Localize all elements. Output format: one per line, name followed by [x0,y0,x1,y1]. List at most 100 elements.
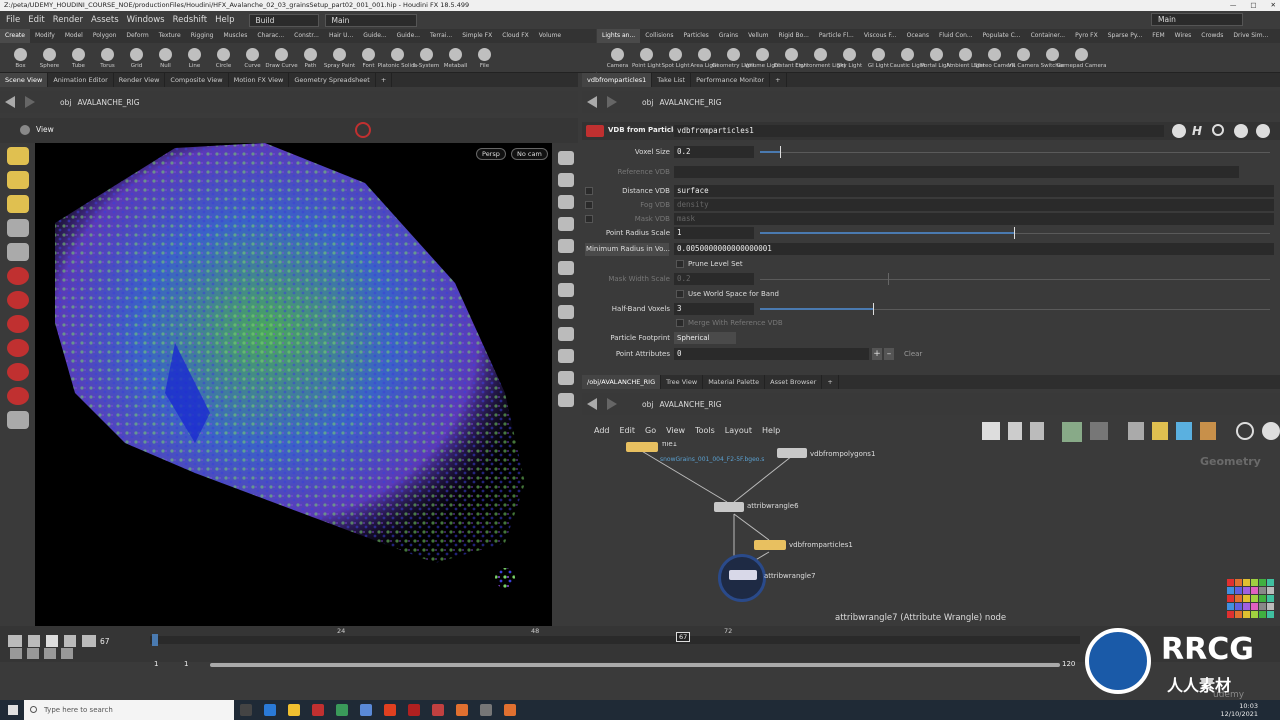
stop-icon[interactable] [46,635,58,647]
shelf-tool-file[interactable]: File [470,47,499,69]
back-arrow-icon[interactable] [587,398,597,410]
subnet-icon[interactable] [1200,422,1216,440]
houdini-icon[interactable] [456,704,468,716]
select-tool-icon[interactable] [6,147,29,165]
shelf-tab-lights-an[interactable]: Lights an... [597,29,641,43]
shelf-tab-create[interactable]: Create [0,29,30,43]
prune-checkbox[interactable] [676,260,684,268]
min-radius-field[interactable]: 0.0050000000000000001 [674,243,1274,255]
explorer-icon[interactable] [288,704,300,716]
shelf-tab-container[interactable]: Container... [1026,29,1071,43]
color-swatch[interactable] [1267,611,1274,618]
shelf-tab-constr[interactable]: Constr... [289,29,324,43]
shelf-tool-grid[interactable]: Grid [122,47,151,69]
node-attribwrangle6[interactable] [714,502,744,512]
range-slider[interactable] [210,663,1060,667]
path-obj[interactable]: obj [60,98,71,107]
shelf-tool-sphere[interactable]: Sphere [35,47,64,69]
net-menu-tools[interactable]: Tools [695,426,715,435]
camera-button[interactable]: No cam [511,148,548,160]
menu-help[interactable]: Help [215,15,234,25]
half-band-field[interactable]: 3 [674,303,754,315]
shelf-tab-guide[interactable]: Guide... [392,29,425,43]
list-view-icon[interactable] [1090,422,1108,440]
shelf-tab-vellum[interactable]: Vellum [743,29,773,43]
shelf-tab-collisions[interactable]: Collisions [640,29,678,43]
edge-icon[interactable] [264,704,276,716]
point-snap-icon[interactable] [6,339,29,357]
shelf-tab-sparse-py[interactable]: Sparse Py... [1103,29,1148,43]
color-swatch[interactable] [1227,611,1234,618]
current-frame-field[interactable]: 67 [100,637,110,646]
shelf-tool-volume-light[interactable]: Volume Light [745,47,780,69]
shelf-tool-spot-light[interactable]: Spot Light [661,47,690,69]
desktop-dropdown-left[interactable]: Main [324,13,417,27]
color-swatch[interactable] [1235,587,1242,594]
opera-icon[interactable] [384,704,396,716]
eye-icon[interactable] [1262,422,1280,440]
pose-tool-icon[interactable] [6,219,29,237]
color-swatch[interactable] [1251,587,1258,594]
desktop-dropdown-right[interactable]: Main [1151,13,1243,26]
prim-snap-icon[interactable] [6,387,29,405]
color-swatch[interactable] [1259,587,1266,594]
task-view-icon[interactable] [240,704,252,716]
node-vdbfrompolygons1[interactable] [777,448,807,458]
frame-marker[interactable]: 67 [676,632,691,642]
color-swatch[interactable] [1243,603,1250,610]
menu-assets[interactable]: Assets [91,15,119,25]
color-swatch[interactable] [1259,611,1266,618]
shelf-tool-sky-light[interactable]: Sky Light [835,47,864,69]
color-swatch[interactable] [1227,579,1234,586]
shelf-tool-platonic-solids[interactable]: Platonic Solids [378,47,417,69]
app-icon-5[interactable] [432,704,444,716]
shelf-tab-volume[interactable]: Volume [534,29,566,43]
network-editor[interactable]: file1 snowGrains_001_004_F2-5F.bgeo.s vd… [582,442,1280,625]
node-vdbfromparticles1[interactable] [754,540,786,550]
tab-material-palette[interactable]: Material Palette [703,375,766,389]
shelf-tab-texture[interactable]: Texture [154,29,186,43]
menu-edit[interactable]: Edit [28,15,44,25]
color-swatch[interactable] [1267,579,1274,586]
forward-arrow-icon[interactable] [607,398,617,410]
record-icon[interactable] [355,122,371,138]
tab-motion-fx-view[interactable]: Motion FX View [229,73,290,87]
color-swatch[interactable] [1243,587,1250,594]
shelf-tool-torus[interactable]: Torus [93,47,122,69]
color-swatch[interactable] [1267,603,1274,610]
shelf-tab-modify[interactable]: Modify [30,29,60,43]
shelf-tab-rigid-bo[interactable]: Rigid Bo... [773,29,813,43]
tab-render-view[interactable]: Render View [114,73,166,87]
voxel-size-knob[interactable] [780,146,781,158]
menu-windows[interactable]: Windows [127,15,165,25]
point-attrs-field[interactable]: 0 [674,348,869,360]
shelf-tool-stereo-camera[interactable]: Stereo Camera [974,47,1015,69]
forward-arrow-icon[interactable] [607,96,617,108]
tab-animation-editor[interactable]: Animation Editor [48,73,114,87]
color-swatch[interactable] [1227,587,1234,594]
tab-scene-view[interactable]: Scene View [0,73,49,87]
layout-icon[interactable] [1008,422,1022,440]
tab-composite-view[interactable]: Composite View [165,73,229,87]
shelf-tab-charac[interactable]: Charac... [252,29,289,43]
path-obj[interactable]: obj [642,98,653,107]
audio-icon[interactable] [27,648,39,659]
grid-view-icon[interactable] [1062,422,1082,442]
houdini-icon-2[interactable] [504,704,516,716]
wrench-icon[interactable] [982,422,1000,440]
tab-asset-browser[interactable]: Asset Browser [765,375,823,389]
net-menu-view[interactable]: View [666,426,685,435]
camera-tool-icon[interactable] [6,411,29,429]
mask-vdb-field[interactable]: mask [674,213,1274,225]
net-menu-add[interactable]: Add [594,426,610,435]
windows-start-icon[interactable] [8,705,18,715]
shelf-tool-metaball[interactable]: Metaball [441,47,470,69]
point-radius-field[interactable]: 1 [674,227,754,239]
shelf-tab-oceans[interactable]: Oceans [902,29,934,43]
shelf-tab-viscous-f[interactable]: Viscous F... [859,29,902,43]
shelf-tab-particles[interactable]: Particles [678,29,713,43]
maximize-icon[interactable]: □ [1250,0,1256,11]
shelf-tool-camera[interactable]: Camera [603,47,632,69]
shelf-tool-vr-camera[interactable]: VR Camera [1008,47,1039,69]
help-h-icon[interactable]: H [1192,124,1202,138]
